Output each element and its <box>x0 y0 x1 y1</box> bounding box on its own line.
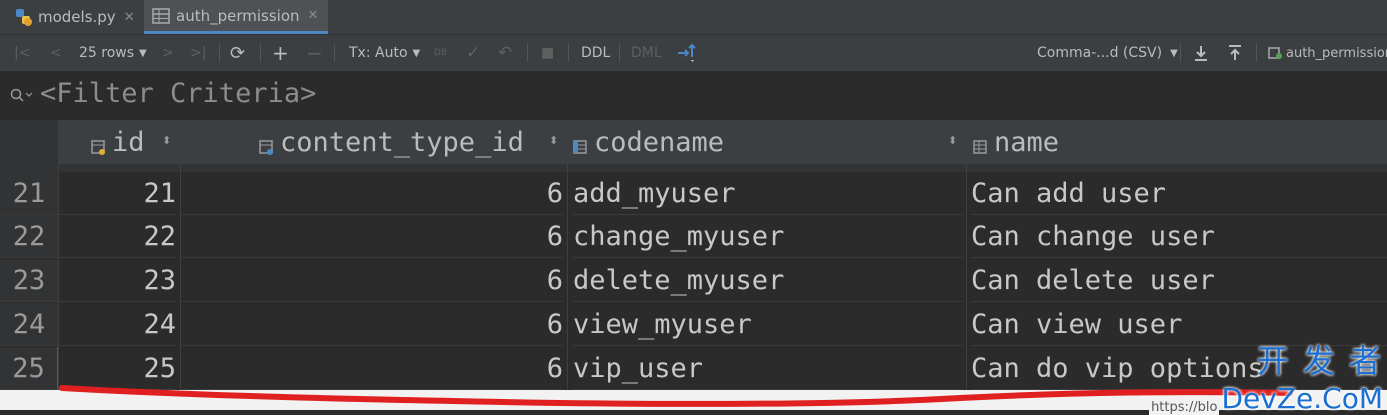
watermark-url: https://blo <box>1149 400 1220 415</box>
watermark-brand: DevZe.CoM <box>1221 382 1383 415</box>
watermark-cn: 开 发 者 <box>1256 342 1383 380</box>
watermark: 开 发 者 https://blo DevZe.CoM <box>1149 336 1383 415</box>
